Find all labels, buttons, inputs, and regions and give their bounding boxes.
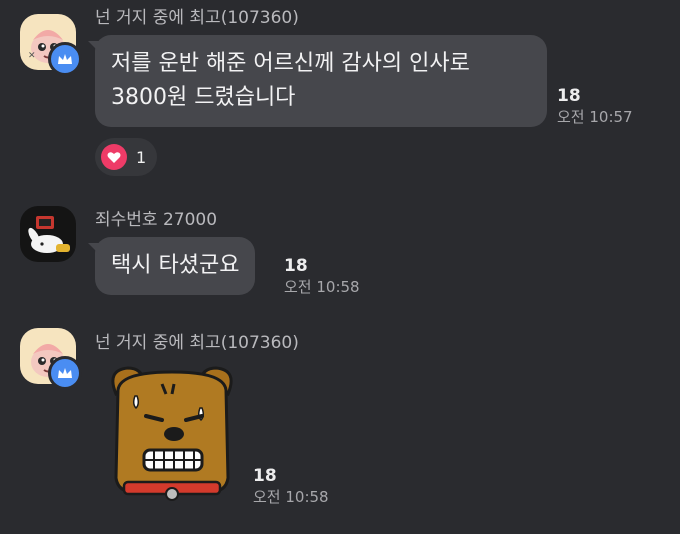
unread-count: 18 (253, 466, 277, 486)
reaction-pill[interactable]: 1 (95, 138, 157, 176)
message-text-line: 저를 운반 해준 어르신께 감사의 인사로 (111, 51, 470, 76)
avatar[interactable] (20, 206, 76, 262)
timestamp: 오전 10:58 (284, 278, 360, 296)
sender-name: 넌 거지 중에 최고(107360) (95, 8, 299, 28)
message-bubble[interactable]: 저를 운반 해준 어르신께 감사의 인사로 3800원 드렸습니다 (88, 35, 547, 127)
unread-count: 18 (284, 256, 308, 276)
timestamp: 오전 10:57 (557, 108, 633, 126)
message-text-line: 3800원 드렸습니다 (111, 85, 296, 110)
heart-icon (101, 144, 127, 170)
crown-badge-icon (48, 356, 82, 390)
sender-name: 넌 거지 중에 최고(107360) (95, 333, 299, 353)
reaction-count: 1 (136, 147, 147, 167)
message-meta: 18 오전 10:57 (557, 86, 633, 127)
svg-text:✕: ✕ (28, 51, 36, 61)
sender-name: 죄수번호 27000 (95, 210, 218, 230)
avatar[interactable] (20, 328, 82, 390)
unread-count: 18 (557, 86, 581, 106)
message-meta: 18 오전 10:58 (284, 256, 360, 297)
timestamp: 오전 10:58 (253, 488, 329, 506)
avatar[interactable]: ✕ (20, 14, 82, 76)
rabbit-character-icon (28, 216, 70, 253)
crown-badge-icon (48, 42, 82, 76)
message-meta: 18 오전 10:58 (253, 466, 329, 507)
message-bubble[interactable]: 택시 타셨군요 (87, 237, 256, 295)
message-text: 택시 타셨군요 (111, 253, 240, 278)
frowning-dog-sticker[interactable] (102, 360, 242, 510)
